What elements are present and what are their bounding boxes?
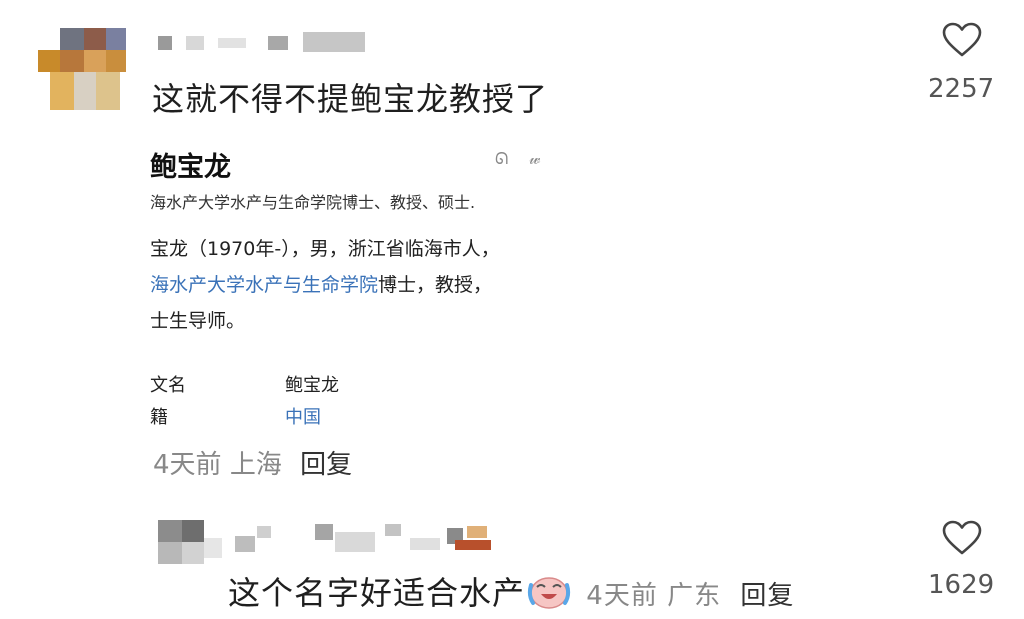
card-info-row: 籍 中国: [150, 403, 321, 429]
card-body-line: 宝龙（1970年-），男，浙江省临海市人，: [150, 238, 500, 260]
comment-time: 4天前: [153, 450, 222, 480]
reply-button[interactable]: 回复: [300, 450, 352, 480]
card-title: 鲍宝龙: [150, 152, 231, 183]
card-body-line: 海水产大学水产与生命学院博士，教授，: [150, 267, 500, 303]
reply-button[interactable]: 回复: [740, 581, 794, 611]
crying-laughing-emoji-icon: [527, 573, 571, 617]
embedded-encyclopedia-card: 鲍宝龙 ᘏ 𝓌 海水产大学水产与生命学院博士、教授、硕士. 宝龙（1970年-）…: [145, 135, 565, 445]
card-body-line: 士生导师。: [150, 310, 246, 332]
card-info-row: 文名 鲍宝龙: [150, 371, 339, 397]
comment-meta: 4天前 广东 回复: [577, 581, 794, 611]
info-label: 籍: [150, 407, 168, 428]
comment-text-content: 这个名字好适合水产: [228, 574, 526, 612]
comment-time: 4天前: [586, 581, 658, 611]
avatar[interactable]: [158, 520, 222, 564]
comment-location: 广东: [667, 581, 722, 611]
info-value: 鲍宝龙: [285, 375, 339, 396]
heart-outline-icon[interactable]: [942, 520, 982, 556]
info-label: 文名: [150, 375, 186, 396]
card-link: 海水产大学水产与生命学院: [150, 274, 379, 296]
comment-text: 这就不得不提鲍宝龙教授了: [152, 80, 549, 118]
avatar[interactable]: [38, 28, 128, 110]
comment-meta: 4天前 上海 回复: [153, 444, 352, 481]
card-subtitle: 海水产大学水产与生命学院博士、教授、硕士.: [150, 193, 476, 212]
card-tool-icons: ᘏ 𝓌: [495, 149, 549, 168]
username-blurred[interactable]: [235, 522, 495, 554]
comment-text: 这个名字好适合水产 4天前 广东 回复: [228, 568, 794, 617]
info-value: 中国: [285, 407, 321, 428]
username-blurred[interactable]: [158, 32, 368, 54]
like-count: 1629: [928, 570, 995, 600]
heart-outline-icon[interactable]: [942, 22, 982, 58]
comment-location: 上海: [229, 450, 282, 480]
card-body-text: 博士，教授，: [378, 274, 493, 296]
card-body: 宝龙（1970年-），男，浙江省临海市人， 海水产大学水产与生命学院博士，教授，…: [150, 231, 500, 339]
like-count: 2257: [928, 74, 995, 104]
